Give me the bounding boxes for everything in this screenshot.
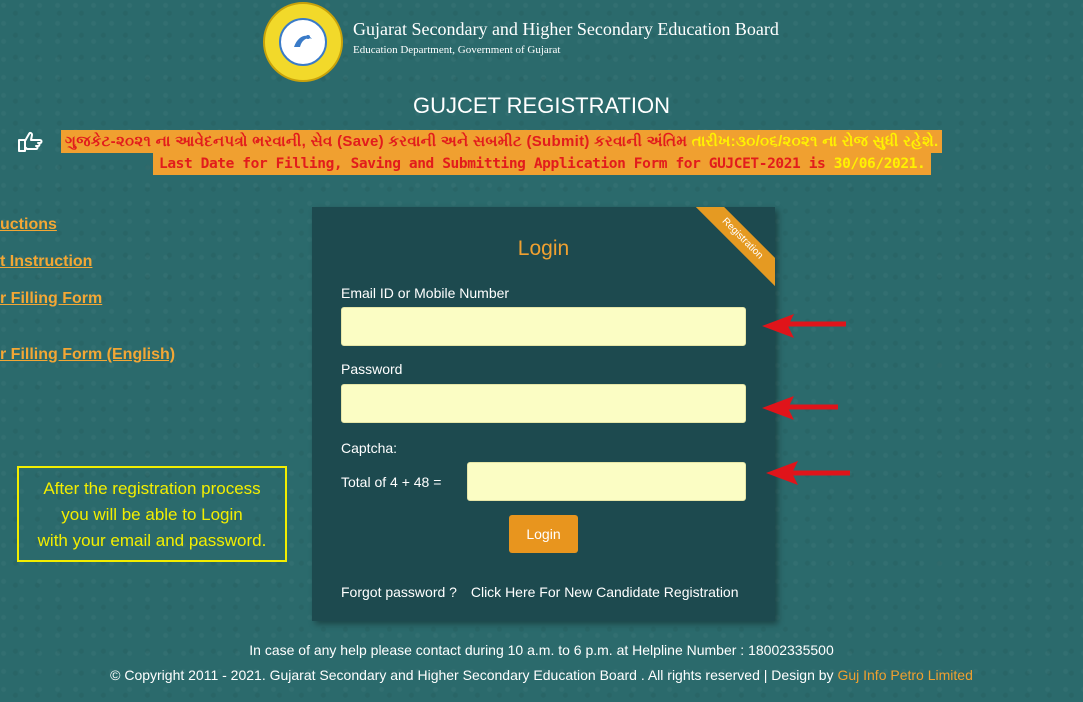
- password-label: Password: [341, 361, 403, 377]
- board-name: Gujarat Secondary and Higher Secondary E…: [353, 18, 779, 39]
- forgot-password-link[interactable]: Forgot password ?: [341, 584, 457, 600]
- copyright: © Copyright 2011 - 2021. Gujarat Seconda…: [0, 667, 1083, 683]
- board-emblem-icon: [263, 2, 343, 82]
- arrow-left-icon: [762, 396, 838, 420]
- info-box: After the registration process you will …: [17, 466, 287, 562]
- email-input[interactable]: [341, 307, 746, 346]
- helpline-text: In case of any help please contact durin…: [249, 642, 834, 658]
- login-title: Login: [517, 237, 570, 260]
- page-title: GUJCET REGISTRATION: [412, 93, 671, 118]
- password-input[interactable]: [341, 384, 746, 423]
- email-label: Email ID or Mobile Number: [341, 285, 510, 301]
- arrow-left-icon: [762, 314, 846, 338]
- notice-gujarati-text: ગુજકેટ-૨૦૨૧ ના આવેદનપત્રો ભરવાની, સેવ (S…: [65, 133, 688, 150]
- login-button[interactable]: Login: [509, 515, 578, 553]
- header: Gujarat Secondary and Higher Secondary E…: [263, 2, 779, 82]
- info-line-3: with your email and password.: [37, 531, 267, 550]
- captcha-input[interactable]: [467, 462, 746, 501]
- captcha-question: Total of 4 + 48 =: [341, 474, 442, 490]
- side-link-filling-form-english[interactable]: r Filling Form (English): [0, 346, 175, 364]
- designer-link[interactable]: Guj Info Petro Limited: [837, 667, 972, 683]
- info-line-2: you will be able to Login: [61, 505, 243, 524]
- notice-english: Last Date for Filling, Saving and Submit…: [153, 153, 932, 175]
- captcha-label: Captcha:: [341, 440, 398, 456]
- notice-gujarati: ગુજકેટ-૨૦૨૧ ના આવેદનપત્રો ભરવાની, સેવ (S…: [61, 130, 943, 153]
- side-link-filling-form[interactable]: r Filling Form: [0, 290, 102, 308]
- info-line-1: After the registration process: [43, 479, 261, 498]
- login-card: Registration Login Email ID or Mobile Nu…: [312, 207, 775, 621]
- arrow-left-icon: [766, 461, 850, 485]
- notice-gujarati-date: તારીખ:૩૦/૦૬/૨૦૨૧ ના રોજ સુધી રહેશે.: [691, 133, 939, 150]
- notice-english-date: 30/06/2021.: [833, 156, 926, 172]
- pointing-hand-icon: [18, 131, 43, 152]
- notice-english-text: Last Date for Filling, Saving and Submit…: [159, 156, 826, 172]
- new-registration-link[interactable]: Click Here For New Candidate Registratio…: [471, 584, 739, 600]
- copyright-text: © Copyright 2011 - 2021. Gujarat Seconda…: [110, 667, 834, 683]
- side-link-instructions[interactable]: uctions: [0, 216, 57, 234]
- side-link-important-instruction[interactable]: t Instruction: [0, 253, 92, 271]
- department-name: Education Department, Government of Guja…: [353, 43, 561, 56]
